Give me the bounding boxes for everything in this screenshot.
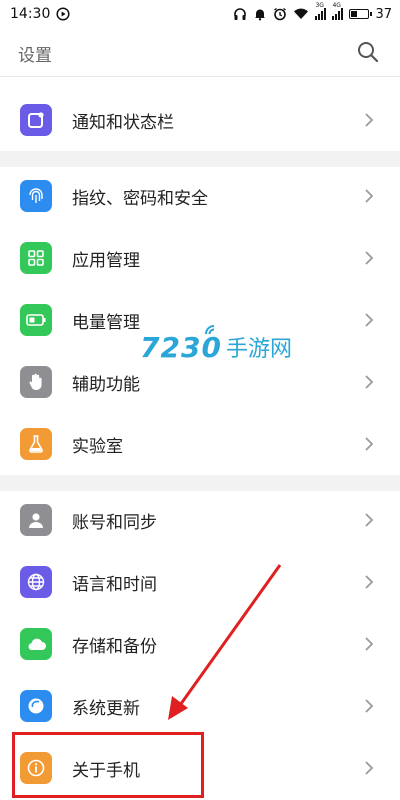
setting-app-management[interactable]: 应用管理 xyxy=(0,227,400,289)
fingerprint-icon xyxy=(20,180,52,212)
setting-fingerprint-password-security[interactable]: 指纹、密码和安全 xyxy=(0,165,400,227)
setting-label: 指纹、密码和安全 xyxy=(72,188,208,209)
chevron-right-icon xyxy=(364,698,374,714)
page-title: 设置 xyxy=(18,46,52,66)
setting-system-update[interactable]: 系统更新 xyxy=(0,675,400,737)
battery-level: 37 xyxy=(375,6,392,22)
chevron-right-icon xyxy=(364,636,374,652)
highlight-box xyxy=(12,732,204,798)
alarm-icon xyxy=(273,7,287,21)
status-bar: 14:30 3G 4G 37 xyxy=(0,0,400,28)
battery-icon xyxy=(349,9,373,19)
chevron-right-icon xyxy=(364,312,374,328)
setting-label: 应用管理 xyxy=(72,250,140,271)
watermark-text: 手游网 xyxy=(225,337,292,362)
setting-storage-backup[interactable]: 存储和备份 xyxy=(0,613,400,675)
user-icon xyxy=(20,504,52,536)
setting-lab[interactable]: 实验室 xyxy=(0,413,400,475)
setting-account-sync[interactable]: 账号和同步 xyxy=(0,489,400,551)
globe-icon xyxy=(20,566,52,598)
chevron-right-icon xyxy=(364,760,374,776)
hand-icon xyxy=(20,366,52,398)
setting-label: 辅助功能 xyxy=(72,374,140,395)
setting-label: 系统更新 xyxy=(72,698,140,719)
status-time: 14:30 xyxy=(10,6,51,22)
chevron-right-icon xyxy=(364,374,374,390)
setting-label: 通知和状态栏 xyxy=(72,112,174,133)
update-icon xyxy=(20,690,52,722)
app-bar: 设置 xyxy=(0,28,400,76)
chevron-right-icon xyxy=(364,574,374,590)
chevron-right-icon xyxy=(364,436,374,452)
chevron-right-icon xyxy=(364,512,374,528)
chevron-right-icon xyxy=(364,112,374,128)
search-icon[interactable] xyxy=(356,40,380,64)
signal-icon: 3G xyxy=(315,3,327,20)
setting-notifications-statusbar[interactable]: 通知和状态栏 xyxy=(0,89,400,151)
setting-label: 电量管理 xyxy=(72,312,140,333)
chevron-right-icon xyxy=(364,250,374,266)
headphones-icon xyxy=(233,7,247,21)
setting-language-time[interactable]: 语言和时间 xyxy=(0,551,400,613)
divider xyxy=(0,76,400,77)
watermark-logo: 7230 手游网 xyxy=(140,322,292,372)
cloud-icon xyxy=(20,628,52,660)
chevron-right-icon xyxy=(364,188,374,204)
notification-icon xyxy=(253,7,267,21)
setting-label: 存储和备份 xyxy=(72,636,157,657)
wifi-icon xyxy=(293,8,309,20)
battery-icon xyxy=(20,304,52,336)
setting-label: 语言和时间 xyxy=(72,574,157,595)
setting-label: 实验室 xyxy=(72,436,123,457)
wifi-icon xyxy=(204,320,220,339)
flask-icon xyxy=(20,428,52,460)
signal-icon: 4G xyxy=(332,3,344,20)
notification-bar-icon xyxy=(20,104,52,136)
setting-label: 账号和同步 xyxy=(72,512,157,533)
apps-grid-icon xyxy=(20,242,52,274)
play-circle-icon xyxy=(56,7,70,21)
